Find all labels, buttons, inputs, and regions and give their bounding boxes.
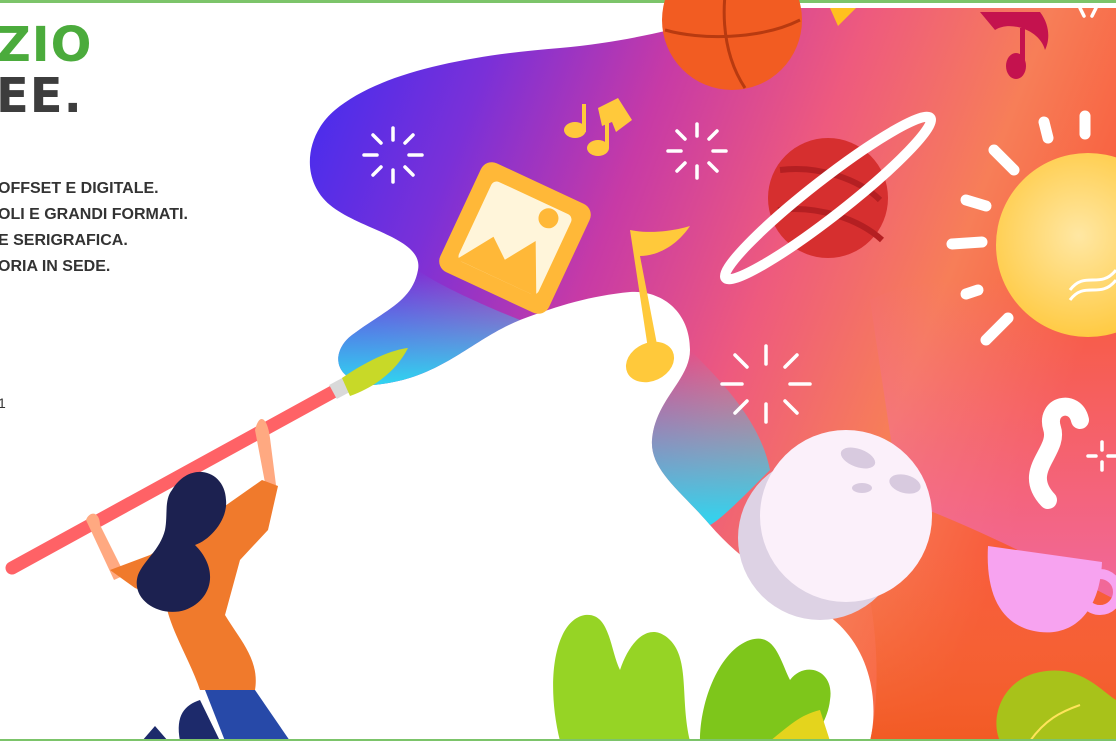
side-digit: 1 — [0, 395, 6, 411]
hero-headline: ZIO EE. — [0, 20, 92, 122]
service-item-offset: OFFSET E DIGITALE. — [0, 180, 159, 197]
services-list: OFFSET E DIGITALE. OLI E GRANDI FORMATI.… — [0, 176, 188, 280]
hero-illustration — [5, 0, 1116, 741]
service-item-formati: OLI E GRANDI FORMATI. — [0, 206, 188, 223]
service-item-serigrafica: E SERIGRAFICA. — [0, 232, 128, 249]
service-item-sede: ORIA IN SEDE. — [0, 258, 111, 275]
paint-splash-illustration — [309, 8, 1116, 741]
headline-line-1: ZIO — [0, 17, 93, 73]
headline-line-2: EE. — [0, 68, 83, 124]
